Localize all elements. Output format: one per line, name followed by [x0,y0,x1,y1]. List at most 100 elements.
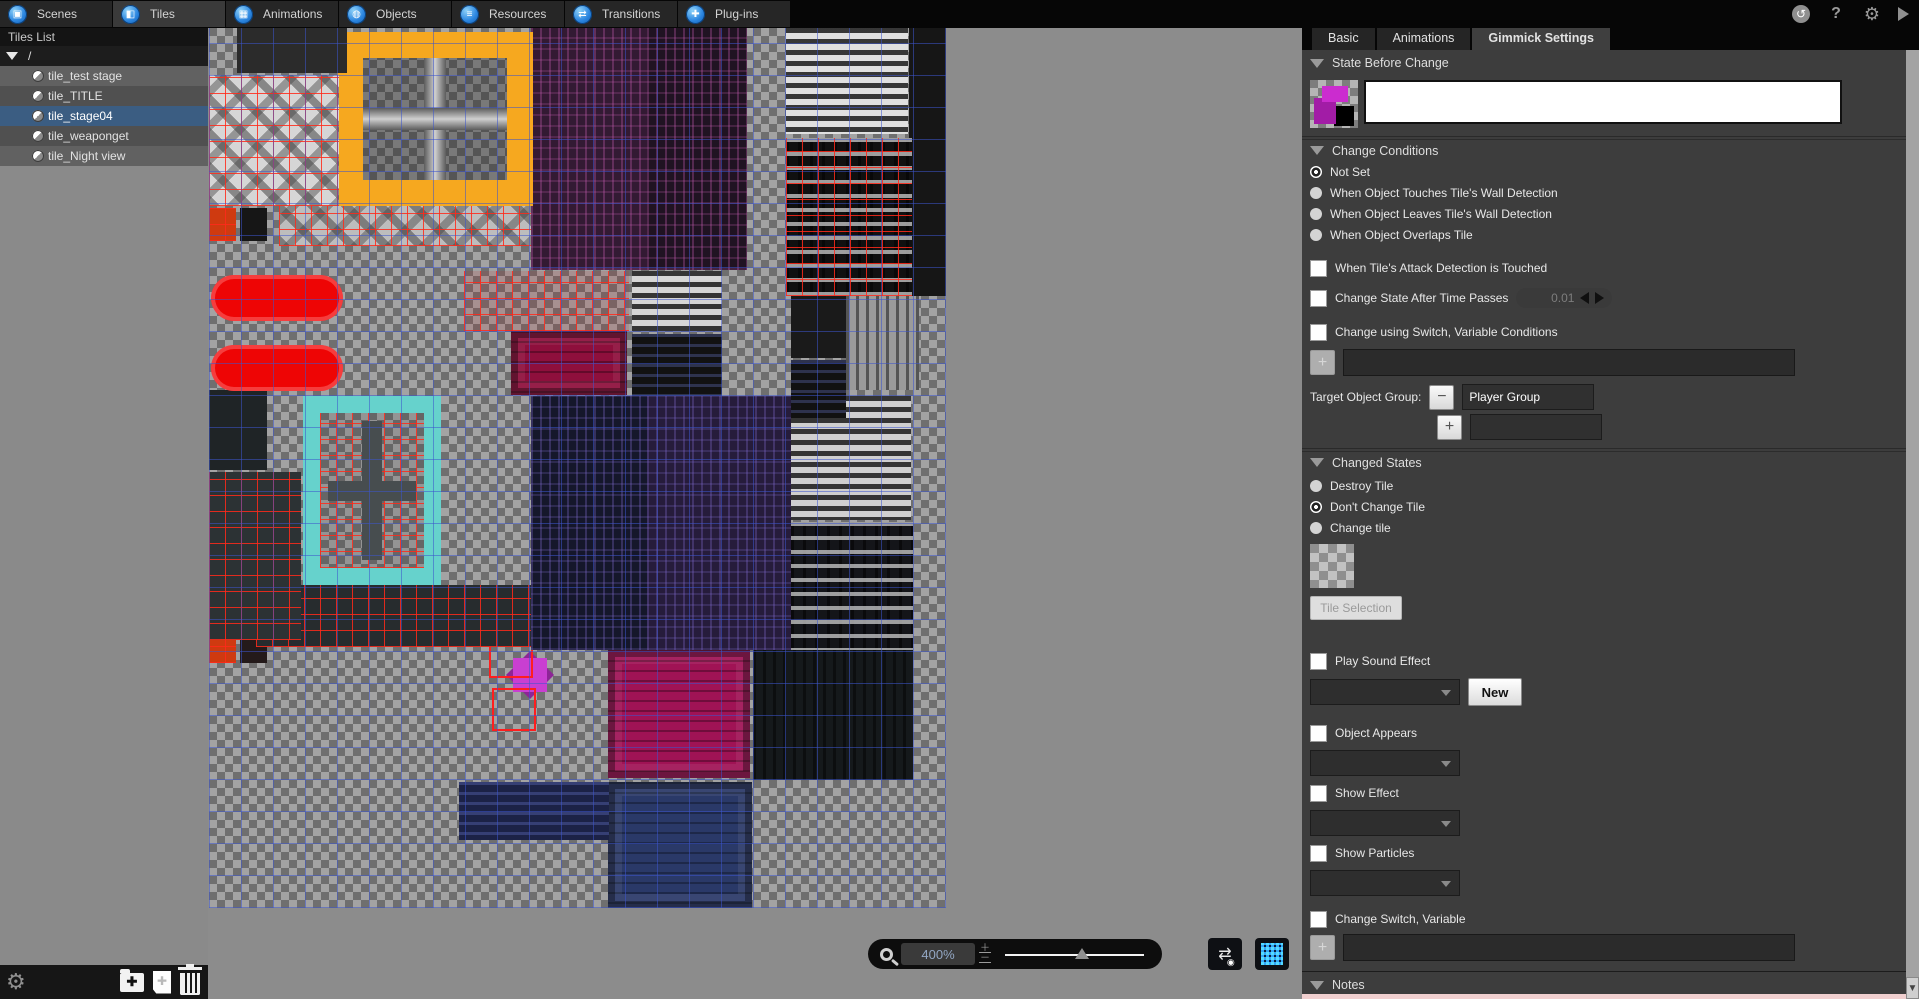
increment-arrow-icon[interactable] [1595,292,1604,304]
checkbox-icon[interactable] [1310,845,1327,862]
particles-dropdown[interactable] [1310,870,1460,896]
tree-root[interactable]: / [0,46,208,66]
sound-dropdown[interactable] [1310,679,1460,705]
sidebar-gear-icon[interactable]: ⚙ [6,971,26,993]
tile-cluster[interactable] [608,782,752,908]
undo-icon[interactable]: ↺ [1792,5,1810,23]
player-group-field[interactable]: Player Group [1462,384,1594,410]
tile-cluster[interactable] [632,334,722,396]
condition-list-field[interactable] [1343,349,1795,376]
tile-cluster[interactable] [211,275,343,321]
section-notes[interactable]: Notes [1302,974,1919,996]
radio-change-tile[interactable]: Change tile [1302,517,1919,538]
zoom-slider-thumb[interactable] [1075,948,1089,959]
tab-animations[interactable]: ▦ Animations [226,1,338,27]
decrement-arrow-icon[interactable] [1580,292,1589,304]
tile-cluster[interactable] [791,522,913,650]
checkbox-play-sound[interactable]: Play Sound Effect [1302,650,1919,672]
radio-icon[interactable] [1310,501,1322,513]
checkbox-show-effect[interactable]: Show Effect [1302,782,1919,804]
section-change-conditions[interactable]: Change Conditions [1302,139,1919,161]
radio-icon[interactable] [1310,208,1322,220]
checkbox-icon[interactable] [1310,911,1327,928]
tile-cluster[interactable] [237,28,347,73]
tile-cluster[interactable] [240,208,267,241]
tile-cluster[interactable] [608,650,750,778]
section-changed-states[interactable]: Changed States [1302,451,1919,473]
tile-cluster[interactable] [647,396,791,650]
radio-icon[interactable] [1310,229,1322,241]
tile-cluster[interactable] [209,390,267,470]
sidebar-item-tile-weaponget[interactable]: tile_weaponget [0,126,208,146]
tile-cluster[interactable] [464,271,629,331]
tab-resources[interactable]: ≡ Resources [452,1,564,27]
tileset-canvas[interactable]: 400% ＋－ ⇄ [209,28,1302,999]
radio-icon[interactable] [1310,187,1322,199]
remove-group-button[interactable]: − [1429,385,1454,410]
tab-objects[interactable]: ◍ Objects [339,1,451,27]
checkbox-icon[interactable] [1310,290,1327,307]
tile-cluster[interactable] [647,28,747,270]
checkbox-object-appears[interactable]: Object Appears [1302,722,1919,744]
collapse-arrow-icon[interactable] [6,52,18,60]
collapse-triangle-icon[interactable] [1310,146,1324,155]
tile-cluster[interactable] [209,75,339,206]
effect-dropdown[interactable] [1310,810,1460,836]
collapse-triangle-icon[interactable] [1310,59,1324,68]
zoom-stepper[interactable]: ＋－ [979,945,991,963]
tile-cluster[interactable] [209,472,301,640]
tile-cluster[interactable] [459,782,609,840]
radio-dont-change-tile[interactable]: Don't Change Tile [1302,496,1919,517]
change-tile-thumbnail[interactable] [1310,544,1354,588]
switch-list-field[interactable] [1343,934,1795,961]
sidebar-item-tile-stage04[interactable]: tile_stage04 [0,106,208,126]
time-spinner[interactable]: 0.01 [1516,288,1612,308]
state-tile-thumbnail[interactable] [1310,80,1358,128]
tile-cluster[interactable] [279,206,531,246]
zoom-slider[interactable] [999,939,1150,969]
checkbox-time-passes[interactable]: Change State After Time Passes 0.01 [1302,287,1919,309]
tile-cluster[interactable] [337,32,533,206]
tab-animations-panel[interactable]: Animations [1377,28,1471,50]
scroll-down-arrow-icon[interactable]: ▼ [1906,977,1919,999]
zoom-value[interactable]: 400% [901,943,975,965]
collapse-triangle-icon[interactable] [1310,981,1324,990]
checkbox-change-switch[interactable]: Change Switch, Variable [1302,908,1919,930]
run-play-icon[interactable] [1898,7,1909,21]
grid-toggle-button[interactable] [1255,938,1289,970]
tile-cluster[interactable] [492,688,536,731]
section-state-before-change[interactable]: State Before Change [1302,52,1919,74]
help-icon[interactable]: ? [1826,5,1846,23]
radio-not-set[interactable]: Not Set [1302,161,1919,182]
delete-icon[interactable] [180,973,200,995]
tab-gimmick-settings[interactable]: Gimmick Settings [1472,28,1610,50]
add-folder-icon[interactable] [120,973,144,992]
tile-selection-button[interactable]: Tile Selection [1310,596,1402,620]
tab-scenes[interactable]: ▣ Scenes [0,1,112,27]
add-group-button[interactable]: + [1437,415,1462,440]
add-tileset-icon[interactable] [153,971,171,994]
tile-cluster[interactable] [909,28,946,296]
radio-touches-wall[interactable]: When Object Touches Tile's Wall Detectio… [1302,182,1919,203]
tile-cluster[interactable] [753,650,913,780]
collapse-triangle-icon[interactable] [1310,458,1324,467]
tile-cluster[interactable] [786,138,912,296]
tile-cluster[interactable] [303,396,441,585]
tile-cluster[interactable] [791,360,846,418]
tile-cluster[interactable] [211,345,343,391]
state-name-field[interactable] [1364,80,1842,124]
tab-tiles[interactable]: ◧ Tiles [113,1,225,27]
new-sound-button[interactable]: New [1468,678,1522,706]
tile-cluster[interactable] [531,28,647,270]
checkbox-icon[interactable] [1310,324,1327,341]
object-dropdown[interactable] [1310,750,1460,776]
tile-cluster[interactable] [209,208,236,241]
sidebar-item-tile-test-stage[interactable]: tile_test stage [0,66,208,86]
add-switch-button[interactable]: + [1310,935,1335,960]
panel-scrollbar[interactable]: ▼ [1906,50,1919,999]
tile-cluster[interactable] [511,331,627,395]
checkbox-icon[interactable] [1310,653,1327,670]
radio-destroy-tile[interactable]: Destroy Tile [1302,475,1919,496]
radio-overlaps-tile[interactable]: When Object Overlaps Tile [1302,224,1919,245]
tile-cluster[interactable] [531,396,647,650]
